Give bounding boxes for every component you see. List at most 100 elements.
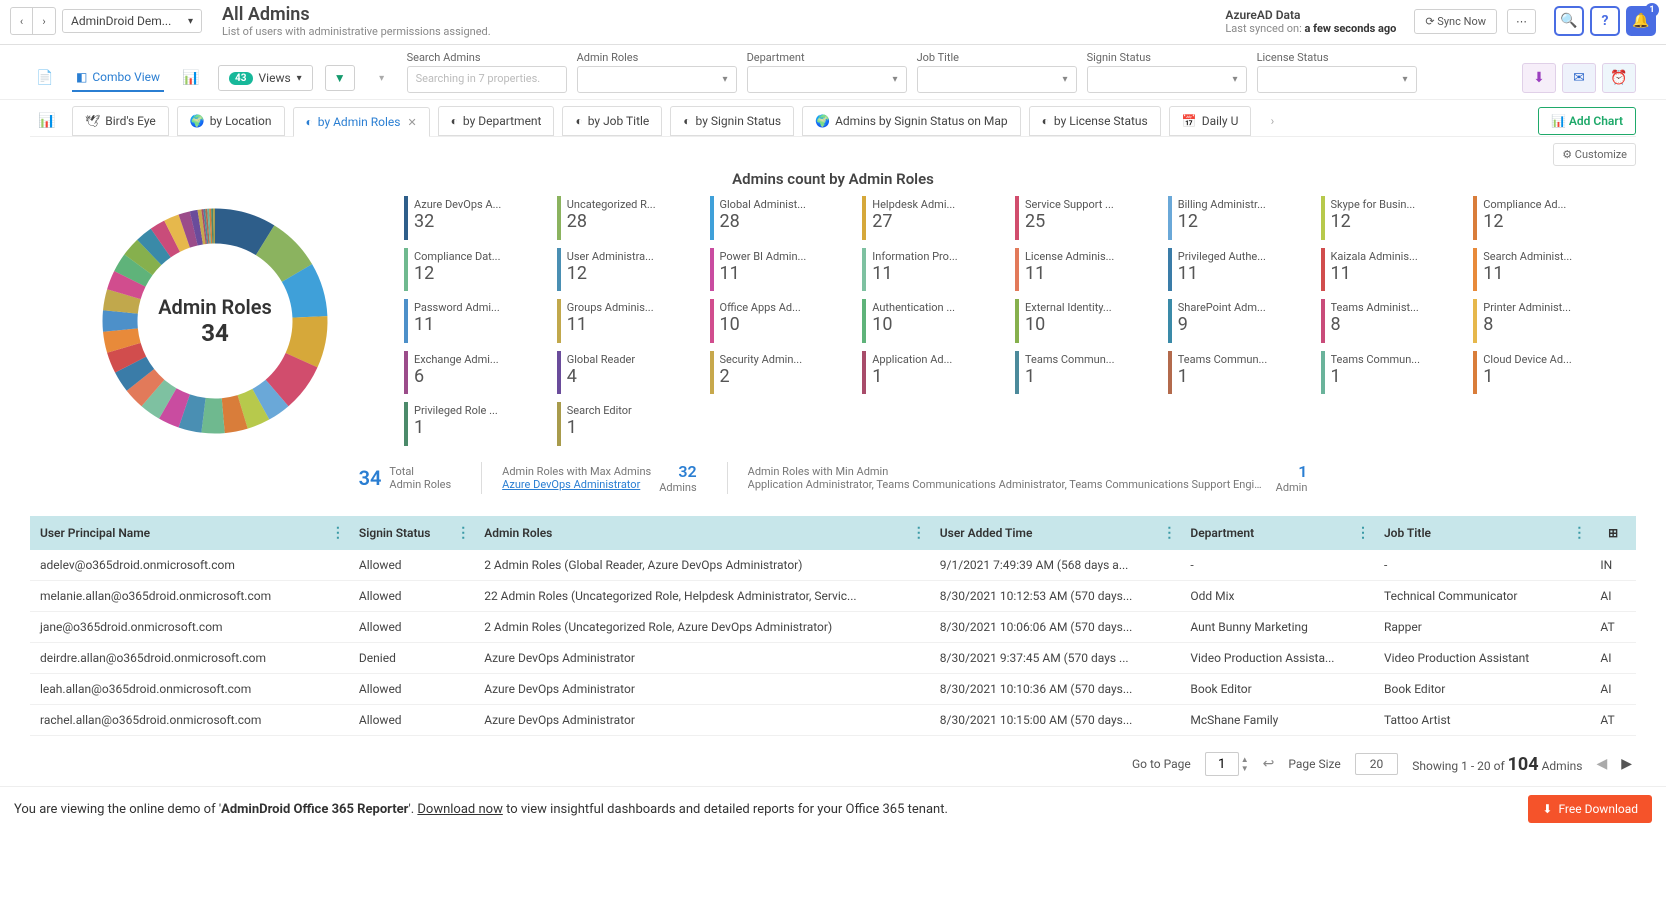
donut-slice[interactable]: [168, 403, 184, 410]
role-tile[interactable]: Password Admi...11: [404, 299, 547, 343]
table-row[interactable]: deirdre.allan@o365droid.onmicrosoft.comD…: [30, 643, 1636, 674]
role-tile[interactable]: Compliance Ad...12: [1473, 196, 1616, 240]
donut-slice[interactable]: [215, 226, 265, 240]
role-tile[interactable]: Search Editor1: [557, 402, 700, 446]
donut-slice[interactable]: [265, 240, 297, 273]
back-button[interactable]: ‹: [11, 8, 33, 34]
role-tile[interactable]: Uncategorized R...28: [557, 196, 700, 240]
role-tile[interactable]: Power BI Admin...11: [710, 248, 853, 292]
filter-department[interactable]: ▾: [747, 66, 907, 93]
column-settings-icon[interactable]: ⊞: [1608, 526, 1618, 540]
chart-tab-by-job-title[interactable]: ◐by Job Title: [562, 106, 662, 136]
chart-tab-by-license-status[interactable]: ◐by License Status: [1029, 106, 1161, 136]
filter-button[interactable]: ▼: [325, 65, 355, 91]
chart-tab-admins-by-signin-status-on-map[interactable]: 🌍Admins by Signin Status on Map: [802, 106, 1021, 136]
table-row[interactable]: rachel.allan@o365droid.onmicrosoft.comAl…: [30, 705, 1636, 736]
role-tile[interactable]: SharePoint Adm...9: [1168, 299, 1311, 343]
role-tile[interactable]: Search Administ...11: [1473, 248, 1616, 292]
role-tile[interactable]: Skype for Busin...12: [1321, 196, 1464, 240]
column-header[interactable]: User Principal Name⋮: [30, 516, 349, 550]
donut-slice[interactable]: [124, 279, 130, 294]
table-row[interactable]: melanie.allan@o365droid.onmicrosoft.comA…: [30, 581, 1636, 612]
role-tile[interactable]: Application Ad...1: [862, 351, 1005, 395]
role-tile[interactable]: Information Pro...11: [862, 248, 1005, 292]
tenant-selector[interactable]: AdminDroid Dem... ▾: [62, 9, 202, 33]
role-tile[interactable]: Teams Commun...1: [1168, 351, 1311, 395]
chart-tab-bird-s-eye[interactable]: 🕊Bird's Eye: [72, 106, 169, 136]
filter-dropdown[interactable]: ▾: [367, 63, 397, 93]
donut-slice[interactable]: [124, 348, 131, 365]
role-tile[interactable]: Exchange Admi...6: [404, 351, 547, 395]
free-download-button[interactable]: ⬇ Free Download: [1528, 795, 1652, 823]
customize-button[interactable]: ⚙ Customize: [1553, 143, 1636, 166]
role-tile[interactable]: License Adminis...11: [1015, 248, 1158, 292]
role-tile[interactable]: Teams Commun...1: [1321, 351, 1464, 395]
page-size[interactable]: 20: [1355, 753, 1399, 775]
sync-now-button[interactable]: ⟳ Sync Now: [1414, 9, 1497, 34]
combo-view-tab[interactable]: ◧ Combo View: [72, 64, 164, 92]
views-dropdown[interactable]: 43 Views ▾: [218, 65, 313, 91]
donut-slice[interactable]: [120, 330, 123, 348]
donut-slice[interactable]: [261, 393, 277, 404]
role-tile[interactable]: Privileged Role ...1: [404, 402, 547, 446]
page-down[interactable]: ▼: [1241, 764, 1249, 773]
role-tile[interactable]: Privileged Authe...11: [1168, 248, 1311, 292]
filter-license-status[interactable]: ▾: [1257, 66, 1417, 93]
notifications-icon[interactable]: 🔔1: [1626, 6, 1656, 36]
column-menu-icon[interactable]: ⋮: [331, 525, 345, 541]
download-now-link[interactable]: Download now: [417, 802, 502, 817]
help-icon[interactable]: ?: [1590, 6, 1620, 36]
report-icon[interactable]: 📄: [30, 63, 60, 93]
role-tile[interactable]: User Administra...12: [557, 248, 700, 292]
column-menu-icon[interactable]: ⋮: [456, 525, 470, 541]
filter-admin-roles[interactable]: ▾: [577, 66, 737, 93]
search-input[interactable]: Searching in 7 properties.: [407, 66, 567, 93]
role-tile[interactable]: Groups Adminis...11: [557, 299, 700, 343]
column-menu-icon[interactable]: ⋮: [1356, 525, 1370, 541]
tabs-scroll-right[interactable]: ›: [1259, 114, 1285, 128]
table-row[interactable]: leah.allan@o365droid.onmicrosoft.comAllo…: [30, 674, 1636, 705]
goto-page-input[interactable]: [1205, 752, 1239, 776]
role-tile[interactable]: Printer Administ...8: [1473, 299, 1616, 343]
table-row[interactable]: adelev@o365droid.onmicrosoft.comAllowed2…: [30, 550, 1636, 581]
email-button[interactable]: ✉: [1562, 63, 1596, 93]
download-button[interactable]: ⬇: [1522, 63, 1556, 93]
donut-slice[interactable]: [223, 412, 242, 416]
donut-slice[interactable]: [149, 243, 160, 252]
donut-slice[interactable]: [161, 236, 172, 243]
schedule-button[interactable]: ⏰: [1602, 63, 1636, 93]
role-tile[interactable]: Global Reader4: [557, 351, 700, 395]
column-header[interactable]: ⊞: [1590, 516, 1636, 550]
chart-tab-by-location[interactable]: 🌍by Location: [177, 106, 285, 136]
role-tile[interactable]: Cloud Device Ad...1: [1473, 351, 1616, 395]
chart-settings-icon[interactable]: 📊: [30, 113, 64, 129]
role-tile[interactable]: Global Administ...28: [710, 196, 853, 240]
column-menu-icon[interactable]: ⋮: [912, 525, 926, 541]
donut-slice[interactable]: [172, 231, 184, 236]
max-role-link[interactable]: Azure DevOps Administrator: [502, 478, 651, 491]
column-header[interactable]: Department⋮: [1180, 516, 1374, 550]
column-header[interactable]: Signin Status⋮: [349, 516, 474, 550]
add-chart-button[interactable]: 📊 Add Chart: [1538, 107, 1636, 135]
filter-signin-status[interactable]: ▾: [1087, 66, 1247, 93]
donut-slice[interactable]: [243, 404, 261, 412]
donut-slice[interactable]: [297, 273, 310, 317]
donut-slice[interactable]: [120, 294, 123, 312]
search-icon[interactable]: 🔍: [1554, 6, 1584, 36]
role-tile[interactable]: Billing Administr...12: [1168, 196, 1311, 240]
role-tile[interactable]: Service Support ...25: [1015, 196, 1158, 240]
donut-slice[interactable]: [203, 415, 223, 416]
donut-slice[interactable]: [194, 227, 200, 228]
donut-slice[interactable]: [184, 411, 203, 415]
donut-slice[interactable]: [138, 252, 149, 264]
donut-slice[interactable]: [130, 265, 139, 279]
chart-tab-by-signin-status[interactable]: ◐by Signin Status: [670, 106, 794, 136]
donut-slice[interactable]: [184, 228, 194, 231]
donut-slice[interactable]: [277, 360, 301, 393]
role-tile[interactable]: Kaizala Adminis...11: [1321, 248, 1464, 292]
filter-job-title[interactable]: ▾: [917, 66, 1077, 93]
donut-slice[interactable]: [140, 380, 153, 393]
column-menu-icon[interactable]: ⋮: [1572, 525, 1586, 541]
chart-icon[interactable]: 📊: [176, 63, 206, 93]
role-tile[interactable]: Authentication ...10: [862, 299, 1005, 343]
